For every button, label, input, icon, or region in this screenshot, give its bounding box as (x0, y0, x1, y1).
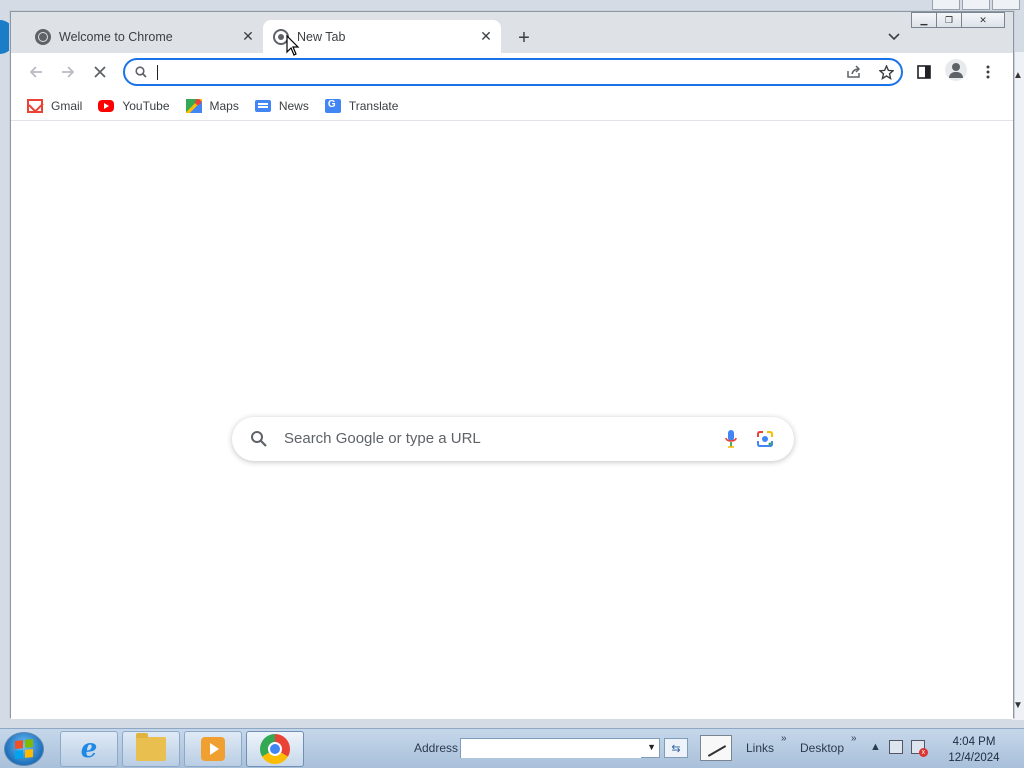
tab-title: Welcome to Chrome (59, 29, 173, 44)
go-arrows-icon: ⇆ (671, 742, 681, 755)
stop-button[interactable] (87, 60, 113, 84)
chevron-down-icon (888, 33, 900, 41)
close-window-button[interactable]: ✕ (961, 12, 1005, 28)
side-panel-icon (917, 65, 931, 79)
volume-muted-icon[interactable] (910, 740, 928, 757)
globe-icon (35, 28, 51, 45)
chevron-double-icon[interactable]: » (851, 733, 857, 744)
chrome-icon (260, 734, 290, 764)
chrome-window: Welcome to Chrome ✕ New Tab ✕ + ▁ ❐ ✕ Gm… (10, 11, 1014, 719)
search-icon (135, 66, 147, 78)
bookmark-label: Gmail (51, 98, 83, 113)
tab-search-button[interactable] (883, 26, 905, 48)
bookmark-translate[interactable]: Translate (324, 95, 399, 117)
menu-icon (986, 65, 990, 79)
back-button[interactable] (23, 60, 49, 84)
maps-icon (185, 98, 202, 113)
go-button[interactable]: ⇆ (664, 738, 688, 758)
google-lens-icon[interactable] (756, 430, 774, 448)
back-icon (29, 66, 42, 78)
forward-button[interactable] (55, 60, 81, 84)
internet-explorer-icon: e (80, 734, 98, 764)
omnibox-input[interactable] (155, 63, 835, 81)
windows-logo-icon (15, 739, 33, 759)
network-icon[interactable] (888, 740, 903, 754)
close-icon[interactable]: ✕ (239, 28, 257, 46)
address-label: Address (414, 741, 459, 755)
translate-icon (324, 98, 341, 113)
forward-icon (62, 66, 75, 78)
search-icon (251, 431, 267, 447)
mouse-cursor-icon (286, 35, 300, 56)
tab-welcome[interactable]: Welcome to Chrome ✕ (27, 20, 263, 53)
bookmark-youtube[interactable]: YouTube (98, 95, 170, 117)
side-panel-button[interactable] (911, 60, 937, 84)
clock-time: 4:04 PM (952, 736, 996, 748)
bookmark-gmail[interactable]: Gmail (27, 95, 82, 117)
stop-icon (94, 66, 106, 78)
chevron-double-icon[interactable]: » (781, 733, 787, 744)
bookmark-maps[interactable]: Maps (185, 95, 239, 117)
pen-tablet-icon[interactable] (700, 735, 732, 761)
bookmark-label: News (278, 98, 309, 113)
news-icon (254, 99, 271, 112)
address-input[interactable] (461, 740, 641, 758)
new-tab-page: Search Google or type a URL (11, 122, 1013, 719)
star-icon (878, 64, 894, 80)
dropdown-arrow-icon[interactable]: ▼ (647, 742, 656, 752)
bookmark-label: YouTube (122, 98, 170, 113)
search-placeholder: Search Google or type a URL (284, 430, 481, 447)
folder-icon (136, 733, 166, 761)
share-icon (847, 65, 861, 78)
share-button[interactable] (843, 62, 865, 82)
bookmark-label: Maps (209, 98, 239, 113)
menu-button[interactable] (975, 60, 1001, 84)
minimize-button[interactable]: ▁ (911, 12, 937, 28)
bookmarks-bar: Gmail YouTube Maps News Translate (11, 91, 1013, 121)
media-player-icon (201, 737, 225, 761)
tab-title: New Tab (297, 29, 346, 44)
taskbar-file-explorer[interactable] (122, 731, 180, 767)
google-search-box[interactable]: Search Google or type a URL (232, 417, 794, 461)
maximize-button[interactable]: ❐ (936, 12, 962, 28)
background-window-controls (932, 0, 1020, 10)
scroll-up-icon: ▲ (1013, 70, 1023, 81)
taskbar-chrome[interactable] (246, 731, 304, 767)
scroll-down-icon: ▼ (1013, 700, 1023, 711)
desktop-toolbar[interactable]: Desktop (800, 741, 844, 755)
window-controls: ▁ ❐ ✕ (911, 12, 1005, 28)
youtube-icon (98, 99, 115, 112)
close-icon[interactable]: ✕ (477, 28, 495, 46)
bookmark-label: Translate (348, 98, 399, 113)
clock-date: 12/4/2024 (948, 752, 1000, 764)
toolbar (11, 53, 1013, 91)
new-tab-button[interactable]: + (511, 25, 537, 51)
bookmark-news[interactable]: News (254, 95, 309, 117)
taskbar-internet-explorer[interactable]: e (60, 731, 118, 767)
microphone-icon[interactable] (724, 429, 738, 449)
bookmark-star-button[interactable] (875, 62, 897, 82)
tab-strip: Welcome to Chrome ✕ New Tab ✕ + ▁ ❐ ✕ (11, 12, 1013, 53)
system-tray: ▲ (870, 740, 928, 757)
taskbar: e Address ▼ ⇆ Links » Desktop » ▲ 4:04 P… (0, 728, 1024, 768)
omnibox[interactable] (123, 58, 903, 86)
start-button[interactable] (4, 732, 44, 766)
address-field[interactable]: ▼ (460, 738, 660, 758)
profile-icon[interactable] (945, 59, 967, 81)
taskbar-media-player[interactable] (184, 731, 242, 767)
clock[interactable]: 4:04 PM 12/4/2024 (942, 734, 1006, 766)
gmail-icon (27, 98, 43, 113)
links-toolbar[interactable]: Links (746, 741, 774, 755)
show-hidden-icons-icon[interactable]: ▲ (870, 741, 881, 753)
